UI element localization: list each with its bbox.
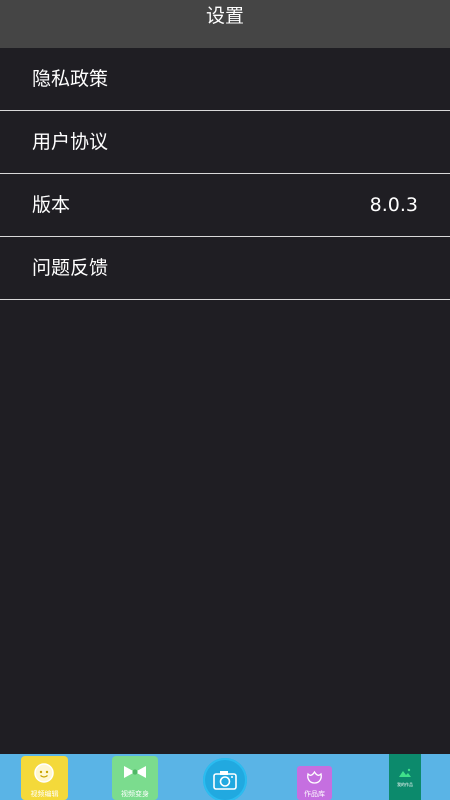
menu-item-label: 问题反馈	[32, 257, 109, 279]
settings-menu-list: 隐私政策 用户协议 版本 8.0.3 问题反馈	[0, 48, 450, 300]
mountain-icon	[399, 768, 411, 777]
flower-icon	[307, 770, 322, 784]
tab-my-works[interactable]: 我的作品	[389, 754, 421, 800]
menu-item-user-agreement[interactable]: 用户协议	[0, 111, 450, 174]
menu-item-label: 隐私政策	[32, 68, 109, 90]
settings-screen: 设置 隐私政策 用户协议 版本 8.0.3 问题反馈 视频编辑 视频变身 作品库…	[0, 0, 450, 800]
menu-item-label: 版本	[32, 194, 71, 216]
tab-label: 视频变身	[121, 790, 149, 798]
menu-item-privacy-policy[interactable]: 隐私政策	[0, 48, 450, 111]
header-bar: 设置	[0, 0, 450, 48]
camera-icon	[213, 771, 237, 790]
tab-camera[interactable]	[203, 758, 247, 800]
tab-video-transform[interactable]: 视频变身	[112, 756, 158, 800]
menu-item-label: 用户协议	[32, 131, 109, 153]
menu-item-version[interactable]: 版本 8.0.3	[0, 174, 450, 237]
bottom-tab-bar: 视频编辑 视频变身 作品库 我的作品	[0, 754, 450, 800]
tab-label: 视频编辑	[30, 790, 59, 798]
menu-item-feedback[interactable]: 问题反馈	[0, 237, 450, 300]
bow-icon	[124, 766, 146, 778]
tab-works-library[interactable]: 作品库	[297, 766, 332, 800]
tab-label: 作品库	[304, 790, 325, 798]
tab-label: 我的作品	[397, 782, 413, 787]
page-title: 设置	[205, 5, 244, 27]
version-value: 8.0.3	[369, 194, 418, 216]
tab-video-edit[interactable]: 视频编辑	[21, 756, 68, 800]
face-icon	[34, 763, 54, 783]
